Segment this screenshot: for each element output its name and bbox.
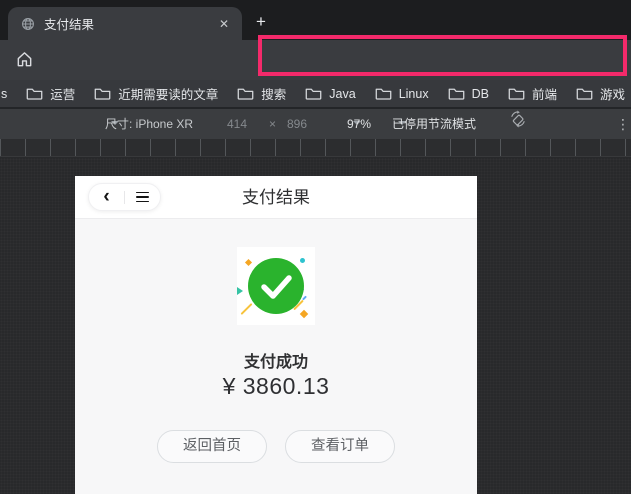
dimension-separator: × xyxy=(269,109,276,139)
action-button-row: 返回首页 查看订单 xyxy=(75,430,477,463)
bookmark-label: 搜索 xyxy=(261,84,286,103)
devtools-device-toolbar: 尺寸: iPhone XR 414 × 896 97% 已停用节流模式 ⋮ xyxy=(0,107,631,139)
payment-status-text: 支付成功 xyxy=(75,348,477,372)
bookmark-folder[interactable]: Java xyxy=(305,87,355,101)
bookmark-folder[interactable]: 搜索 xyxy=(237,84,286,103)
browser-window: 支付结果 ✕ + 127.0.0.1:3000/#/pages/pay/resu… xyxy=(0,0,631,494)
tab-title: 支付结果 xyxy=(44,14,219,33)
new-tab-button[interactable]: + xyxy=(249,10,273,34)
viewport-height-input[interactable]: 896 xyxy=(287,109,307,139)
bookmark-label: 游戏 xyxy=(600,84,625,103)
back-chevron-icon: ‹ xyxy=(103,187,109,206)
menu-button[interactable] xyxy=(125,184,160,210)
bookmark-label: 运营 xyxy=(50,84,75,103)
bookmarks-bar: s 运营 近期需要读的文章 搜索 Java Linux DB 前端 xyxy=(0,80,631,107)
globe-icon xyxy=(21,17,35,31)
tab-strip: 支付结果 ✕ + xyxy=(0,0,631,40)
bookmark-item-clipped[interactable]: s xyxy=(1,87,7,101)
browser-tab[interactable]: 支付结果 ✕ xyxy=(8,7,242,40)
tab-close-icon[interactable]: ✕ xyxy=(219,17,229,31)
menu-icon xyxy=(136,192,149,203)
zoom-select[interactable]: 97% xyxy=(347,109,361,139)
bookmark-folder[interactable]: 游戏 xyxy=(576,84,625,103)
device-select[interactable]: 尺寸: iPhone XR xyxy=(105,109,119,139)
throttling-select[interactable]: 已停用节流模式 xyxy=(392,109,406,139)
mobile-viewport: 支付结果 ‹ xyxy=(75,176,477,494)
bookmark-folder[interactable]: 前端 xyxy=(508,84,557,103)
browser-toolbar: 127.0.0.1:3000/#/pages/pay/result?id=403… xyxy=(0,40,631,80)
bookmark-label: DB xyxy=(472,87,489,101)
devtools-menu-icon[interactable]: ⋮ xyxy=(616,109,630,139)
navbar-capsule: ‹ xyxy=(88,183,161,211)
back-button[interactable]: ‹ xyxy=(89,184,124,210)
back-home-button[interactable]: 返回首页 xyxy=(157,430,267,463)
device-ruler xyxy=(0,139,631,157)
payment-amount: ¥ 3860.13 xyxy=(75,373,477,400)
bookmark-folder[interactable]: Linux xyxy=(375,87,429,101)
view-order-button[interactable]: 查看订单 xyxy=(285,430,395,463)
bookmark-label: 前端 xyxy=(532,84,557,103)
mobile-navbar: 支付结果 ‹ xyxy=(75,176,477,219)
success-check-icon xyxy=(248,258,304,314)
confetti-triangle xyxy=(237,287,243,295)
success-illustration xyxy=(237,247,315,325)
rotate-device-icon[interactable] xyxy=(509,109,527,139)
bookmark-label: Java xyxy=(329,87,355,101)
home-icon[interactable] xyxy=(15,50,34,74)
viewport-width-input[interactable]: 414 xyxy=(227,109,247,139)
bookmark-folder[interactable]: 运营 xyxy=(26,84,75,103)
bookmark-folder[interactable]: 近期需要读的文章 xyxy=(94,84,218,103)
bookmark-folder[interactable]: DB xyxy=(448,87,489,101)
bookmark-label: 近期需要读的文章 xyxy=(118,84,218,103)
bookmark-label: Linux xyxy=(399,87,429,101)
